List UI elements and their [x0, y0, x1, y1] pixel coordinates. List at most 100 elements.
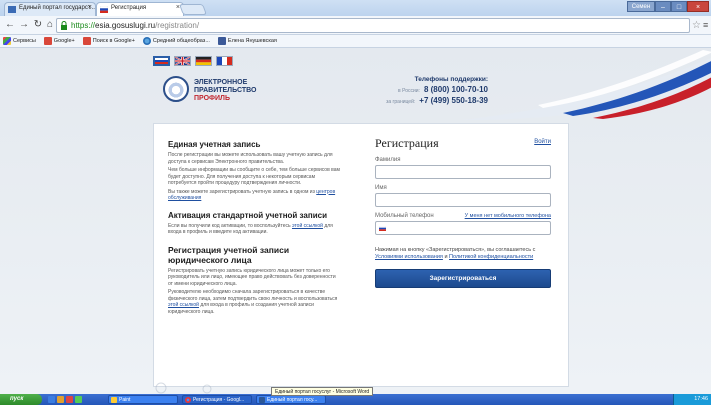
activation-link[interactable]: этой ссылкой [292, 223, 323, 229]
address-bar[interactable]: https://esia.gosuslugi.ru/registration/ [56, 18, 690, 33]
section-title: Регистрация учетной записи юридического … [168, 244, 290, 265]
media-icon[interactable] [66, 396, 73, 403]
phone-abroad: +7 (499) 550-18-39 [419, 96, 488, 105]
browser-toolbar: ← → ↻ ⌂ https://esia.gosuslugi.ru/regist… [0, 16, 711, 35]
phone-russia: 8 (800) 100-70-10 [423, 85, 488, 94]
window-controls: Семен – □ × [627, 1, 709, 12]
bookmark-elena[interactable]: Елена Янушевская [217, 37, 277, 45]
legal-entity-link[interactable]: этой ссылкой [168, 302, 199, 308]
task-paint[interactable]: Paint [108, 395, 178, 404]
bookmark-search-google-plus[interactable]: Поиск в Google+ [82, 37, 135, 45]
maximize-icon[interactable]: □ [671, 1, 687, 12]
phone-abroad-label: за границей: [386, 99, 416, 105]
bookmarks-bar: Сервисы Google+ Поиск в Google+ Средний … [0, 35, 711, 48]
bookmark-star-icon[interactable]: ☆ [692, 20, 701, 31]
registration-form: Регистрация Войти Фамилия Имя Мобильный … [375, 136, 551, 288]
lang-ru-flag-icon[interactable] [153, 56, 170, 66]
apps-grid-icon [3, 37, 11, 45]
gosuslugi-favicon-icon [8, 6, 16, 13]
new-tab-button[interactable] [178, 4, 208, 15]
tab-close-icon[interactable]: × [88, 4, 92, 11]
task-chrome[interactable]: Регистрация - Googl... [182, 395, 252, 404]
ie-icon[interactable] [48, 396, 55, 403]
globe-icon [142, 37, 151, 45]
e-government-emblem-icon[interactable] [163, 76, 189, 102]
close-window-icon[interactable]: × [687, 1, 709, 12]
section-single-account: Единая учетная запись После регистрации … [168, 140, 342, 202]
privacy-link[interactable]: Политикой конфиденциальности [449, 254, 533, 260]
section-text: Вы также можете зарегистрировать учетную… [168, 189, 342, 202]
section-activation: Активация стандартной учетной записи Есл… [168, 211, 342, 236]
social-profile-icon [217, 37, 226, 45]
logo-subtitle: ПРОФИЛЬ [194, 95, 231, 102]
menu-icon[interactable]: ≡ [703, 20, 709, 30]
name-input[interactable] [375, 193, 551, 207]
bookmark-label: Сервисы [13, 38, 36, 44]
surname-input[interactable] [375, 165, 551, 179]
clock[interactable]: 17:46 [694, 396, 708, 402]
form-title: Регистрация [375, 136, 439, 150]
quick-launch [48, 396, 84, 403]
tab-label: Регистрация [111, 5, 147, 11]
lang-fr-flag-icon[interactable] [216, 56, 233, 66]
bookmark-services[interactable]: Сервисы [3, 37, 36, 45]
section-legal-entity: Регистрация учетной записи юридического … [168, 245, 342, 316]
phone-russia-label: в России: [398, 88, 420, 94]
tab-label: Единый портал государст... [19, 5, 95, 11]
app-icon[interactable] [75, 396, 82, 403]
back-arrow-icon[interactable]: ← [4, 19, 16, 31]
section-text: После регистрации вы можете использовать… [168, 152, 333, 165]
lock-icon [61, 21, 67, 30]
footer-watermark-decoration [155, 382, 212, 394]
reload-icon[interactable]: ↻ [32, 19, 44, 31]
task-label: Единый портал госу... [267, 397, 318, 403]
text-part: Если вы получили код активации, то воспо… [168, 222, 291, 229]
bookmark-label: Google+ [53, 38, 75, 44]
forward-arrow-icon[interactable]: → [18, 19, 30, 31]
russian-flag-icon[interactable] [379, 226, 386, 231]
google-plus-icon [43, 37, 52, 45]
login-link[interactable]: Войти [534, 139, 551, 145]
site-header: ЭЛЕКТРОННОЕ ПРАВИТЕЛЬСТВО ПРОФИЛЬ Телефо… [153, 48, 711, 120]
phones-title: Телефоны поддержки: [414, 76, 488, 83]
text-part: Руководителю необходимо сначала зарегист… [168, 289, 338, 302]
register-button[interactable]: Зарегистрироваться [375, 269, 551, 288]
agreement-text: Нажимая на кнопку «Зарегистрироваться», … [375, 247, 551, 261]
minimize-icon[interactable]: – [655, 1, 671, 12]
bookmark-label: Средний общеобраз... [152, 38, 210, 44]
logo-line: ЭЛЕКТРОННОЕ [194, 79, 248, 86]
section-title: Активация стандартной учетной записи [168, 210, 327, 220]
language-switcher [153, 56, 237, 66]
phone-label: Мобильный телефон У меня нет мобильного т… [375, 213, 551, 219]
text-part: и [444, 254, 448, 260]
info-column: Единая учетная запись После регистрации … [168, 140, 342, 324]
section-text: Чем больше информации вы сообщите о себе… [168, 167, 340, 186]
tab-registration[interactable]: Регистрация × [96, 2, 184, 16]
section-title: Единая учетная запись [168, 140, 261, 149]
start-button[interactable]: пуск [0, 394, 42, 405]
support-phones: Телефоны поддержки: в России: 8 (800) 100… [318, 76, 488, 107]
url-scheme: https:// [71, 21, 96, 30]
task-label: Регистрация - Googl... [193, 397, 245, 403]
terms-link[interactable]: Условиями использования [375, 254, 443, 260]
window-user-button[interactable]: Семен [627, 1, 655, 12]
browser-titlebar: Единый портал государст... × Регистрация… [0, 0, 711, 16]
label-text: Фамилия [375, 157, 401, 163]
chrome-icon [185, 397, 191, 403]
bookmark-school[interactable]: Средний общеобраз... [142, 37, 210, 45]
folder-icon[interactable] [57, 396, 64, 403]
text-part: Нажимая на кнопку «Зарегистрироваться», … [375, 247, 536, 253]
site-logo-text[interactable]: ЭЛЕКТРОННОЕ ПРАВИТЕЛЬСТВО ПРОФИЛЬ [194, 79, 256, 103]
word-icon [259, 397, 265, 403]
home-icon[interactable]: ⌂ [44, 19, 56, 31]
bookmark-google-plus[interactable]: Google+ [43, 37, 75, 45]
tab-gosuslugi[interactable]: Единый портал государст... × [4, 2, 96, 16]
no-mobile-link[interactable]: У меня нет мобильного телефона [465, 213, 551, 219]
russian-flag-favicon-icon [100, 6, 108, 13]
google-plus-icon [82, 37, 91, 45]
lang-en-flag-icon[interactable] [174, 56, 191, 66]
lang-de-flag-icon[interactable] [195, 56, 212, 66]
page-viewport: ЭЛЕКТРОННОЕ ПРАВИТЕЛЬСТВО ПРОФИЛЬ Телефо… [0, 48, 711, 394]
phone-input[interactable] [375, 221, 551, 235]
task-word[interactable]: Единый портал госу... [256, 395, 326, 404]
